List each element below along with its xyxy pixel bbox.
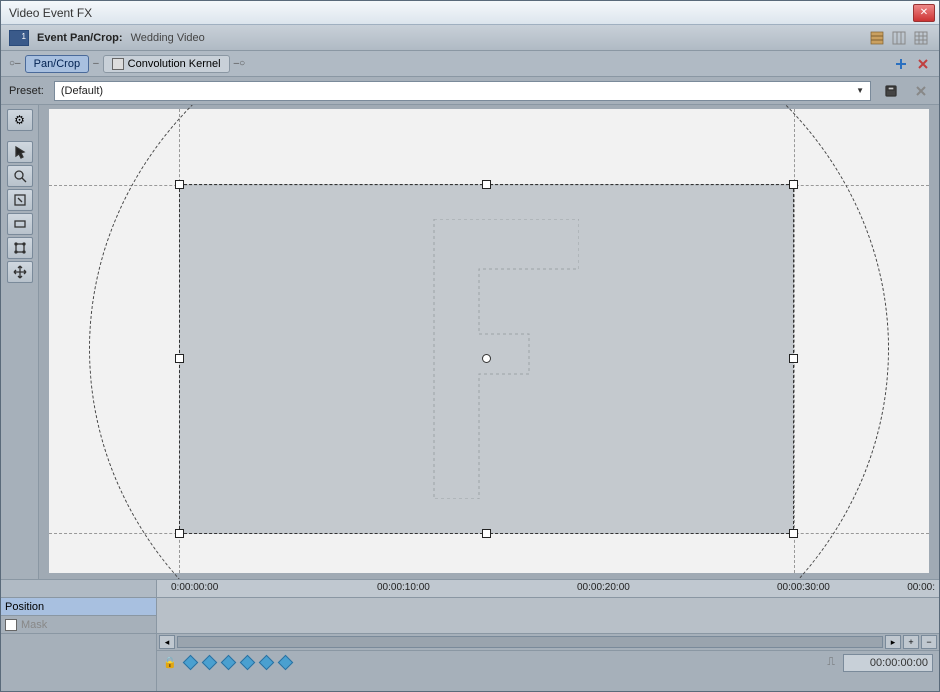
handle-top-left[interactable] xyxy=(175,180,184,189)
zoom-in-button[interactable]: + xyxy=(903,635,919,649)
keyframe-last[interactable] xyxy=(278,655,294,671)
aspect-tool[interactable] xyxy=(7,213,33,235)
save-preset-button[interactable] xyxy=(881,82,901,100)
keyframe-add[interactable] xyxy=(221,655,237,671)
handle-bottom-right[interactable] xyxy=(789,529,798,538)
handle-bottom-left[interactable] xyxy=(175,529,184,538)
sizing-tool[interactable] xyxy=(7,189,33,211)
chain-right: –○ xyxy=(232,58,248,69)
zoom-out-button[interactable]: − xyxy=(921,635,937,649)
keyframe-first[interactable] xyxy=(183,655,199,671)
center-point[interactable] xyxy=(482,354,491,363)
crop-rectangle[interactable] xyxy=(179,184,794,534)
timeline-ruler[interactable]: 0:00:00:00 00:00:10:00 00:00:20:00 00:00… xyxy=(157,580,939,598)
arrow-tool[interactable] xyxy=(7,141,33,163)
chain-left: ○– xyxy=(7,58,23,69)
timecode-field[interactable]: 00:00:00:00 xyxy=(843,654,933,672)
layout-button-1[interactable] xyxy=(867,29,887,47)
header-label: Event Pan/Crop: xyxy=(37,32,123,44)
keyframe-prev[interactable] xyxy=(202,655,218,671)
keyframe-del[interactable] xyxy=(240,655,256,671)
close-button[interactable]: ✕ xyxy=(913,4,935,22)
settings-tool[interactable]: ⚙ xyxy=(7,109,33,131)
window-title: Video Event FX xyxy=(5,6,913,20)
handle-top-right[interactable] xyxy=(789,180,798,189)
scrollbar[interactable] xyxy=(177,636,883,648)
layout-button-3[interactable] xyxy=(911,29,931,47)
tab-convolution-kernel[interactable]: Convolution Kernel xyxy=(103,55,230,73)
preset-label: Preset: xyxy=(9,85,44,97)
remove-plugin-button[interactable] xyxy=(913,55,933,73)
track-position[interactable]: Position xyxy=(1,598,156,616)
scroll-right-button[interactable]: ▸ xyxy=(885,635,901,649)
header-value: Wedding Video xyxy=(131,32,205,44)
chain-mid: – xyxy=(91,58,101,69)
move-tool[interactable] xyxy=(7,261,33,283)
handle-mid-right[interactable] xyxy=(789,354,798,363)
delete-preset-button[interactable] xyxy=(911,82,931,100)
zoom-tool[interactable] xyxy=(7,165,33,187)
scroll-left-button[interactable]: ◂ xyxy=(159,635,175,649)
add-plugin-button[interactable] xyxy=(891,55,911,73)
handle-mid-left[interactable] xyxy=(175,354,184,363)
lock-icon[interactable]: 🔒 xyxy=(163,656,177,669)
handle-top-mid[interactable] xyxy=(482,180,491,189)
chevron-down-icon: ▼ xyxy=(856,86,864,95)
keyframe-next[interactable] xyxy=(259,655,275,671)
transform-tool[interactable] xyxy=(7,237,33,259)
mask-checkbox[interactable] xyxy=(5,619,17,631)
layout-button-2[interactable] xyxy=(889,29,909,47)
timeline-track[interactable] xyxy=(157,598,939,634)
frame-icon xyxy=(9,30,29,46)
kernel-icon xyxy=(112,58,124,70)
sync-icon[interactable]: ⎍ xyxy=(827,656,835,669)
tab-pan-crop[interactable]: Pan/Crop xyxy=(25,55,89,73)
preset-dropdown[interactable]: (Default) ▼ xyxy=(54,81,871,101)
canvas-area[interactable] xyxy=(39,105,939,579)
handle-bottom-mid[interactable] xyxy=(482,529,491,538)
track-mask[interactable]: Mask xyxy=(1,616,156,634)
